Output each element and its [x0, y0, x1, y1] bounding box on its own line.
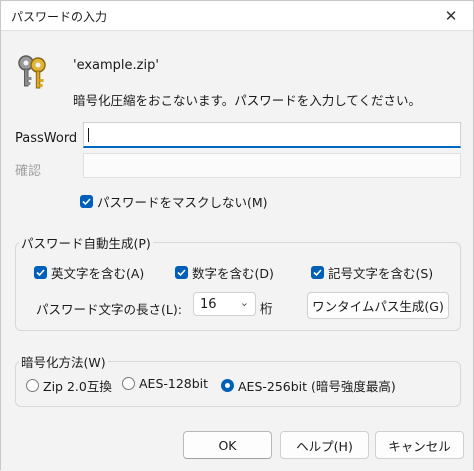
radio-on-icon[interactable]	[221, 379, 234, 392]
password-dialog: パスワードの入力 ✕ 'example.zip' 暗号化圧縮をおこないます。パス…	[0, 0, 474, 471]
title-bar: パスワードの入力 ✕	[1, 1, 473, 31]
include-digits-checkbox[interactable]: 数字を含む(D)	[175, 263, 274, 282]
radio-off-icon[interactable]	[122, 377, 135, 390]
radio-aes128[interactable]: AES-128bit	[122, 376, 208, 391]
include-symbols-checkbox[interactable]: 記号文字を含む(S)	[311, 263, 433, 282]
checkbox-checked-icon[interactable]	[311, 266, 324, 279]
radio-zip20[interactable]: Zip 2.0互換	[26, 376, 112, 395]
mask-password-checkbox[interactable]: パスワードをマスクしない(M)	[80, 192, 268, 211]
radio-aes128-label: AES-128bit	[139, 376, 209, 391]
checkbox-checked-icon[interactable]	[80, 195, 93, 208]
password-label: PassWord	[15, 131, 78, 146]
mask-password-label: パスワードをマスクしない(M)	[97, 195, 268, 210]
include-letters-label: 英文字を含む(A)	[51, 266, 145, 281]
instruction-message: 暗号化圧縮をおこないます。パスワードを入力してください。	[73, 93, 422, 108]
confirm-label: 確認	[15, 164, 42, 179]
include-letters-checkbox[interactable]: 英文字を含む(A)	[34, 263, 144, 282]
length-value: 16	[200, 297, 217, 312]
password-input[interactable]	[83, 122, 461, 148]
cancel-button[interactable]: キャンセル	[375, 431, 464, 459]
text-caret	[88, 128, 89, 142]
radio-off-icon[interactable]	[26, 379, 39, 392]
include-symbols-label: 記号文字を含む(S)	[328, 266, 434, 281]
radio-zip20-label: Zip 2.0互換	[43, 379, 112, 394]
help-button[interactable]: ヘルプ(H)	[280, 431, 369, 459]
radio-aes256[interactable]: AES-256bit (暗号強度最高)	[221, 376, 396, 395]
include-digits-label: 数字を含む(D)	[192, 266, 274, 281]
radio-aes256-label: AES-256bit (暗号強度最高)	[238, 379, 396, 394]
keys-icon	[15, 53, 51, 91]
length-select[interactable]: 16 ⌄	[193, 292, 256, 316]
encryption-group-title: 暗号化方法(W)	[19, 352, 108, 371]
generate-password-button[interactable]: ワンタイムパス生成(G)	[307, 292, 449, 319]
close-icon[interactable]: ✕	[429, 1, 473, 31]
confirm-input[interactable]	[83, 153, 461, 178]
length-unit: 桁	[260, 301, 273, 316]
ok-button[interactable]: OK	[183, 431, 272, 459]
checkbox-checked-icon[interactable]	[175, 266, 188, 279]
archive-filename: 'example.zip'	[73, 58, 159, 73]
chevron-down-icon: ⌄	[239, 296, 249, 309]
length-label: パスワード文字の長さ(L):	[36, 302, 182, 317]
window-title: パスワードの入力	[11, 10, 108, 24]
checkbox-checked-icon[interactable]	[34, 266, 47, 279]
autogen-group-title: パスワード自動生成(P)	[19, 233, 153, 252]
